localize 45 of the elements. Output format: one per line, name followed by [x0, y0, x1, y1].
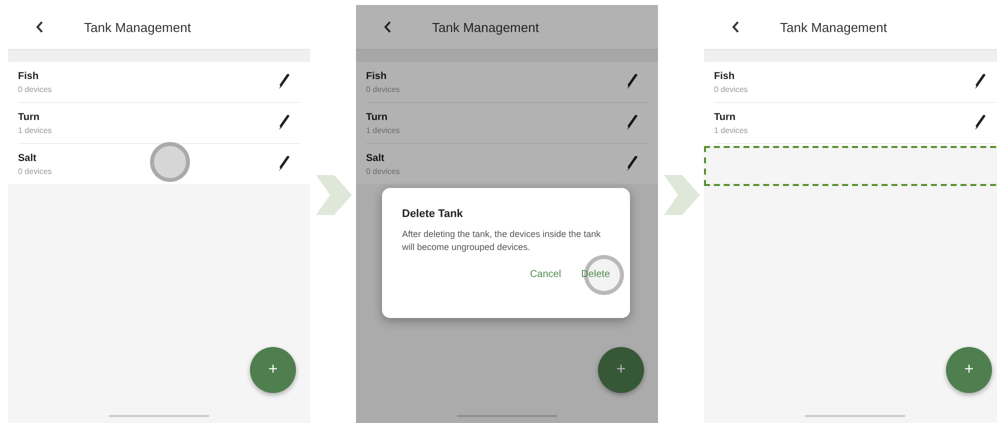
tank-name: Fish: [18, 70, 40, 82]
device-count: 0 devices: [366, 84, 401, 94]
tank-name: Salt: [366, 152, 386, 164]
dialog-button[interactable]: Cancel: [528, 267, 564, 282]
screen-title: Tank Management: [84, 20, 191, 34]
tank-name: Turn: [366, 112, 388, 122]
device-count: 1 devices: [714, 126, 749, 134]
tank-name: Salt: [18, 152, 38, 164]
device-count: 1 devices: [366, 126, 401, 134]
device-count: 0 devices: [366, 166, 401, 176]
edit-icon[interactable]: [626, 115, 638, 131]
tank-row[interactable]: Salt 0 devices: [366, 144, 648, 184]
tank-row[interactable]: Turn 1 devices: [18, 103, 300, 144]
back-icon[interactable]: [384, 21, 392, 33]
dialog-button[interactable]: Delete: [579, 267, 612, 282]
tank-row[interactable]: Salt 0 devices: [18, 144, 300, 184]
edit-icon[interactable]: [626, 156, 638, 172]
tank-name: Fish: [366, 70, 388, 82]
tank-row[interactable]: Fish 0 devices: [714, 62, 996, 103]
tank-name: Fish: [714, 70, 736, 82]
back-icon[interactable]: [36, 21, 44, 33]
edit-icon[interactable]: [626, 74, 638, 90]
edit-icon[interactable]: [278, 115, 290, 131]
edit-icon[interactable]: [278, 156, 290, 172]
back-icon[interactable]: [732, 21, 740, 33]
add-button[interactable]: +: [250, 347, 296, 393]
edit-icon[interactable]: [974, 115, 986, 131]
tank-name: Turn: [714, 112, 736, 122]
device-count: 1 devices: [18, 126, 53, 134]
edit-icon[interactable]: [278, 74, 290, 90]
add-button[interactable]: +: [946, 347, 992, 393]
tank-name: Turn: [18, 112, 40, 122]
edit-icon[interactable]: [974, 74, 986, 90]
device-count: 0 devices: [714, 84, 749, 94]
screen-title: Tank Management: [432, 20, 539, 34]
screen-title: Tank Management: [780, 20, 887, 34]
tank-row[interactable]: Fish 0 devices: [366, 62, 648, 103]
dialog-title: Delete Tank: [402, 208, 464, 220]
tank-row[interactable]: Turn 1 devices: [366, 103, 648, 144]
device-count: 0 devices: [18, 84, 53, 94]
add-button[interactable]: +: [598, 347, 644, 393]
tank-row[interactable]: Turn 1 devices: [714, 103, 996, 144]
dialog-message: After deleting the tank, the devices inside the tank will become ungrouped devices.: [402, 228, 602, 254]
tank-row[interactable]: Fish 0 devices: [18, 62, 300, 103]
device-count: 0 devices: [18, 166, 53, 176]
